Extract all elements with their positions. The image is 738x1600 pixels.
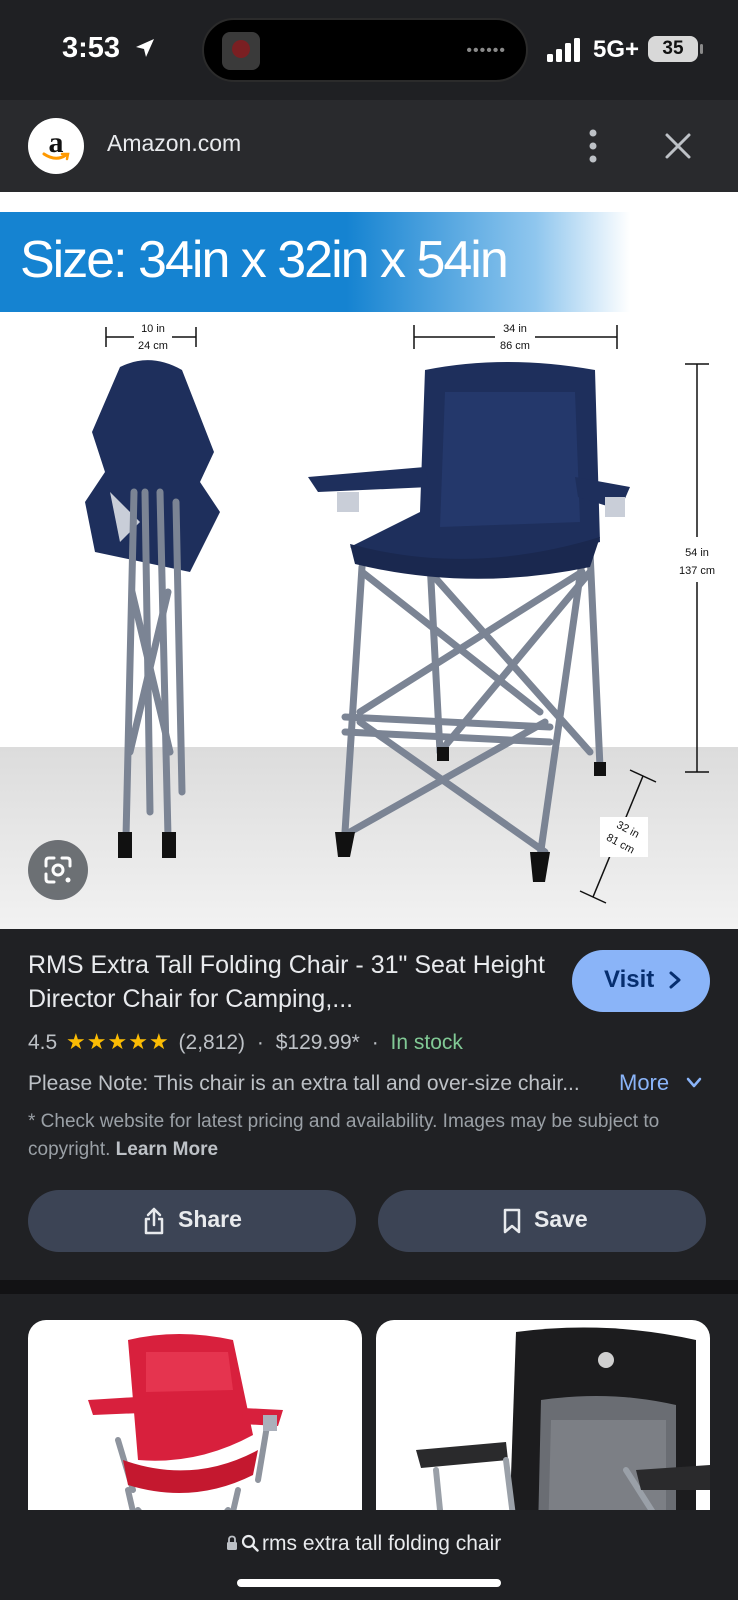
star-rating-icon: ★★★★★ <box>66 1029 170 1054</box>
visit-button-label: Visit <box>604 966 655 993</box>
product-image[interactable]: Size: 34in x 32in x 54in 10 in 24 cm 34 … <box>0 192 738 929</box>
site-header: a Amazon.com <box>0 100 738 192</box>
learn-more-link[interactable]: Learn More <box>116 1139 218 1160</box>
review-count: (2,812) <box>178 1031 246 1054</box>
save-button[interactable]: Save <box>378 1190 706 1252</box>
share-icon <box>144 1207 164 1235</box>
close-icon[interactable] <box>660 128 696 164</box>
now-playing-thumbnail-icon <box>222 32 260 70</box>
price: $129.99* <box>275 1031 360 1054</box>
signal-strength-icon <box>547 38 580 62</box>
open-chair <box>308 362 630 882</box>
rating-value: 4.5 <box>28 1031 58 1054</box>
status-bar: 3:53 •••••• 5G+ 35 <box>0 0 738 100</box>
more-options-icon[interactable] <box>578 126 608 166</box>
chevron-down-icon[interactable] <box>685 1076 703 1090</box>
visit-button[interactable]: Visit <box>572 950 710 1012</box>
dim-height-cm: 137 cm <box>679 565 715 577</box>
dim-height-in: 54 in <box>685 547 709 559</box>
search-icon <box>241 1534 259 1552</box>
disclaimer: * Check website for latest pricing and a… <box>28 1108 718 1164</box>
more-link[interactable]: More <box>619 1070 669 1096</box>
stock-status: In stock <box>390 1031 463 1054</box>
amazon-logo-icon: a <box>28 118 84 174</box>
status-time: 3:53 <box>62 32 121 64</box>
product-title[interactable]: RMS Extra Tall Folding Chair - 31" Seat … <box>28 948 548 1016</box>
site-title[interactable]: Amazon.com <box>107 130 241 157</box>
audio-wave-icon: •••••• <box>466 42 506 59</box>
location-arrow-icon <box>136 39 154 57</box>
dim-folded-in: 10 in <box>141 323 165 335</box>
share-button[interactable]: Share <box>28 1190 356 1252</box>
section-divider <box>0 1280 738 1294</box>
lock-icon <box>227 1535 237 1550</box>
amazon-smile-icon <box>42 152 70 161</box>
lens-icon <box>44 856 72 884</box>
product-note: Please Note: This chair is an extra tall… <box>28 1072 580 1095</box>
network-type: 5G+ <box>593 36 640 63</box>
dim-folded-cm: 24 cm <box>138 340 168 352</box>
lens-search-button[interactable] <box>28 840 88 900</box>
dim-width-cm: 86 cm <box>500 340 530 352</box>
search-query[interactable]: rms extra tall folding chair <box>262 1532 501 1556</box>
save-label: Save <box>534 1206 588 1232</box>
share-label: Share <box>178 1206 242 1232</box>
chevron-right-icon <box>669 971 681 989</box>
folded-chair <box>85 360 220 858</box>
dynamic-island[interactable]: •••••• <box>202 18 528 82</box>
battery-icon: 35 <box>648 36 703 62</box>
bookmark-icon <box>503 1208 521 1234</box>
dim-width-in: 34 in <box>503 323 527 335</box>
chair-illustration: 10 in 24 cm 34 in 86 cm 54 in 137 cm 32 … <box>85 316 724 904</box>
home-indicator[interactable] <box>237 1579 501 1587</box>
rating-row: 4.5 ★★★★★ (2,812) · $129.99* · In stock <box>28 1029 463 1054</box>
